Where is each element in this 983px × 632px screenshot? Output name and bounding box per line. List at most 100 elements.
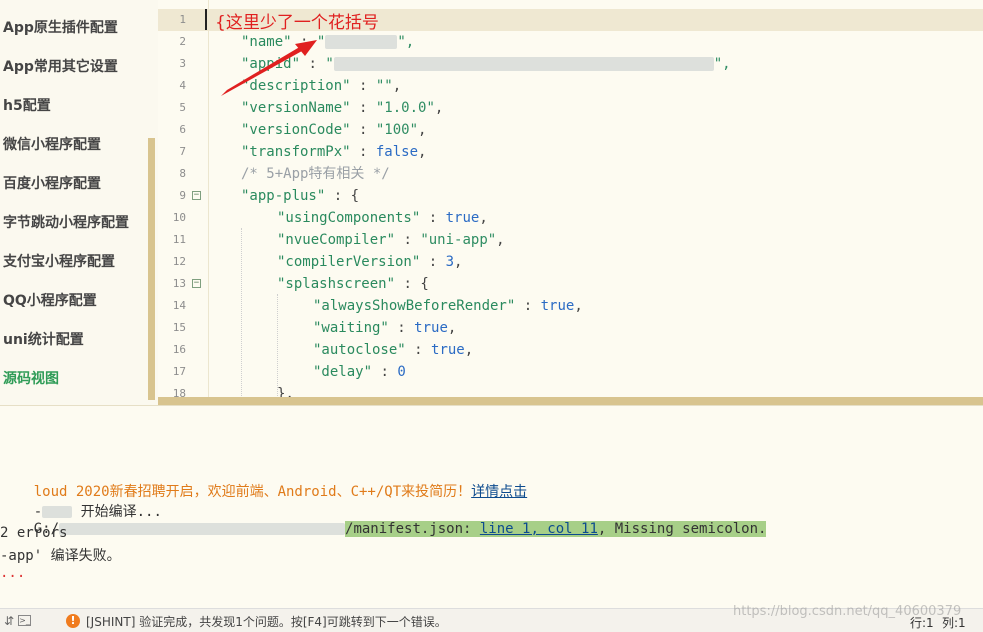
json-key: "alwaysShowBeforeRender" (313, 298, 516, 314)
json-key: "usingComponents" (277, 210, 421, 226)
code-comment: /* 5+App特有相关 */ (241, 166, 390, 182)
sidebar-item-weixin-miniprogram[interactable]: 微信小程序配置 (3, 133, 101, 157)
line-number: 14 (172, 299, 186, 312)
redacted-path (59, 523, 346, 535)
json-key: "splashscreen" (277, 276, 396, 292)
json-value: true (445, 210, 480, 226)
line-number: 10 (172, 211, 186, 224)
json-brace: { (420, 276, 429, 292)
json-sep: : (350, 122, 376, 138)
line-number: 15 (172, 321, 186, 334)
line-number: 6 (179, 123, 186, 136)
json-comma: , (392, 78, 402, 94)
json-value: true (540, 298, 575, 314)
console-error-location-link[interactable]: line 1, col 11 (480, 521, 598, 537)
code-line-5[interactable]: 5 "versionName" : "1.0.0", (158, 97, 983, 119)
json-key: "app-plus" (241, 188, 326, 204)
line-number: 16 (172, 343, 186, 356)
sidebar-item-app-native-plugins[interactable]: App原生插件配置 (3, 16, 118, 40)
json-key: "versionCode" (241, 122, 351, 138)
line-number: 5 (179, 101, 186, 114)
json-sep: : (388, 320, 415, 336)
line-number: 8 (179, 167, 186, 180)
json-sep: : (405, 342, 432, 358)
code-line-6[interactable]: 6 "versionCode" : "100", (158, 119, 983, 141)
json-sep: : (350, 78, 376, 94)
json-comma: , (447, 320, 457, 336)
code-line-11[interactable]: 11 "nvueCompiler" : "uni-app", (158, 229, 983, 251)
code-line-14[interactable]: 14 "alwaysShowBeforeRender" : true, (158, 295, 983, 317)
console-line-ellipsis: ... (0, 565, 26, 581)
sidebar-scrollbar[interactable] (148, 138, 155, 400)
json-quote: ", (397, 34, 415, 50)
redacted-value (333, 57, 714, 71)
line-number: 1 (179, 13, 186, 26)
sidebar-item-baidu-miniprogram[interactable]: 百度小程序配置 (3, 172, 101, 196)
code-line-8[interactable]: 8 /* 5+App特有相关 */ (158, 163, 983, 185)
sidebar-item-toutiao-miniprogram[interactable]: 字节跳动小程序配置 (3, 211, 129, 235)
code-line-12[interactable]: 12 "compilerVersion" : 3, (158, 251, 983, 273)
warning-icon: ! (66, 614, 80, 628)
json-quote: " (325, 56, 334, 72)
sidebar-item-app-common-settings[interactable]: App常用其它设置 (3, 55, 118, 79)
fold-collapse-icon[interactable]: − (192, 191, 201, 200)
code-line-13[interactable]: 13 − "splashscreen" : { (158, 273, 983, 295)
code-line-16[interactable]: 16 "autoclose" : true, (158, 339, 983, 361)
sidebar-item-alipay-miniprogram[interactable]: 支付宝小程序配置 (3, 250, 115, 274)
json-quote: ", (713, 56, 731, 72)
status-message[interactable]: [JSHINT] 验证完成，共发现1个问题。按[F4]可跳转到下一个错误。 (86, 613, 447, 630)
console-error-highlight: /manifest.json: line 1, col 11, Missing … (345, 521, 767, 537)
line-number: 9 (179, 189, 186, 202)
line-number: 4 (179, 79, 186, 92)
code-line-17[interactable]: 17 "delay" : 0 (158, 361, 983, 383)
json-sep: : (350, 100, 376, 116)
json-sep: : (420, 254, 446, 270)
sidebar-item-qq-miniprogram[interactable]: QQ小程序配置 (3, 289, 97, 313)
console-line-fail: -app' 编译失败。 (0, 548, 121, 564)
json-key: "compilerVersion" (277, 254, 421, 270)
expand-icon[interactable]: ⇵ (4, 614, 14, 628)
json-sep: : (395, 276, 421, 292)
sidebar-item-source-view[interactable]: 源码视图 (3, 367, 59, 391)
json-key: "versionName" (241, 100, 351, 116)
terminal-icon[interactable]: >_ (18, 615, 31, 626)
code-line-10[interactable]: 10 "usingComponents" : true, (158, 207, 983, 229)
redacted-value (325, 35, 398, 49)
json-value: true (431, 342, 465, 358)
json-value: 0 (397, 364, 406, 380)
fold-collapse-icon[interactable]: − (192, 279, 201, 288)
json-key: "transformPx" (241, 144, 351, 160)
code-line-9[interactable]: 9 − "app-plus" : { (158, 185, 983, 207)
settings-sidebar: App原生插件配置 App常用其它设置 h5配置 微信小程序配置 百度小程序配置… (0, 0, 158, 405)
console-details-link[interactable]: 详情点击 (471, 484, 527, 500)
json-key: "waiting" (313, 320, 389, 336)
json-value: 3 (445, 254, 455, 270)
json-value: false (375, 144, 419, 160)
json-value: "uni-app" (420, 232, 497, 248)
text-cursor (205, 9, 207, 30)
watermark: https://blog.csdn.net/qq_40600379 (733, 604, 962, 619)
json-comma: , (479, 210, 488, 226)
json-sep: : (325, 188, 351, 204)
editor-horizontal-scrollbar[interactable] (158, 397, 983, 405)
annotation-arrow-icon (221, 40, 317, 96)
json-comma: , (496, 232, 505, 248)
console-error-file: /manifest.json: (345, 521, 480, 537)
code-line-15[interactable]: 15 "waiting" : true, (158, 317, 983, 339)
json-comma: , (574, 298, 583, 314)
json-sep: : (372, 364, 398, 380)
json-key: "nvueCompiler" (277, 232, 396, 248)
json-key: "autoclose" (313, 342, 406, 358)
code-line-7[interactable]: 7 "transformPx" : false, (158, 141, 983, 163)
line-number: 17 (172, 365, 186, 378)
sidebar-item-h5[interactable]: h5配置 (3, 94, 51, 118)
json-sep: : (350, 144, 376, 160)
json-value: "100" (375, 122, 419, 138)
json-brace: { (350, 188, 360, 204)
code-editor[interactable]: 1 {这里少了一个花括号 2 "name" : " ", 3 "appid" : … (158, 0, 983, 405)
console-error-message: , Missing semicolon. (597, 521, 767, 537)
json-comma: , (418, 144, 427, 160)
json-comma: , (434, 100, 444, 116)
json-value: "1.0.0" (375, 100, 435, 116)
sidebar-item-uni-statistics[interactable]: uni统计配置 (3, 328, 84, 352)
